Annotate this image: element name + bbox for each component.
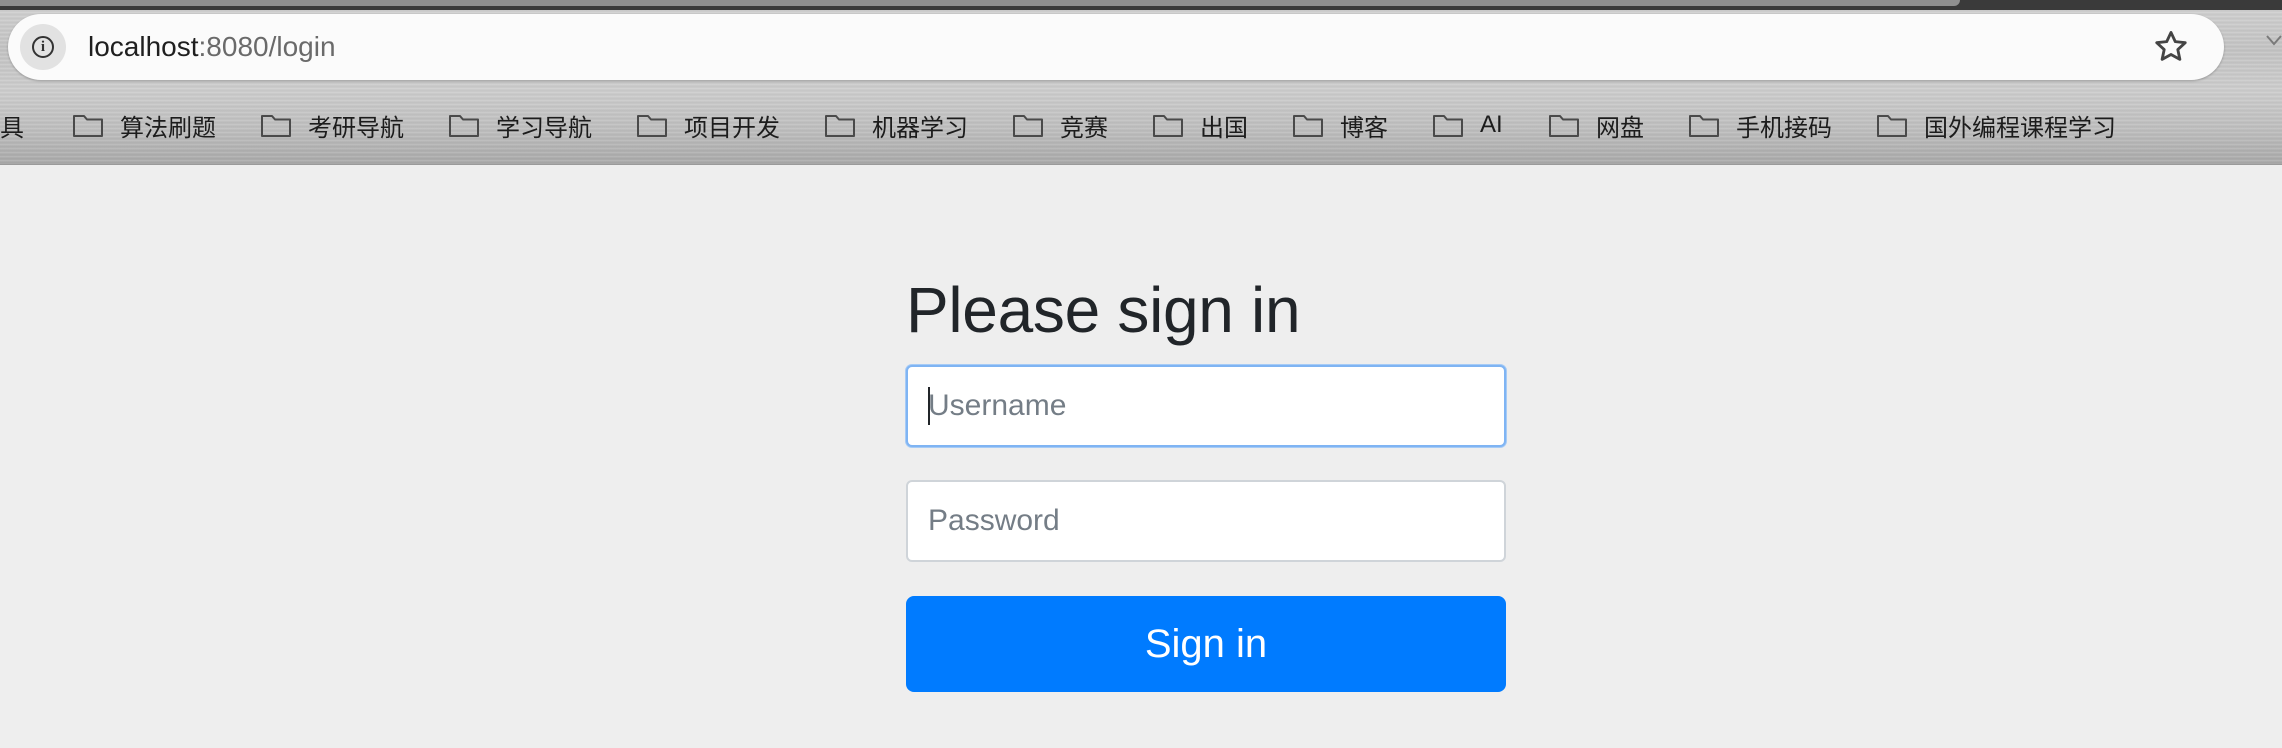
folder-icon xyxy=(1549,115,1579,137)
folder-icon xyxy=(1153,115,1183,137)
tab-edge xyxy=(0,0,1960,6)
bookmark-label: 竞赛 xyxy=(1060,114,1108,142)
bookmark-label: 国外编程课程学习 xyxy=(1924,114,2116,142)
bookmark-folder-algorithms[interactable]: 算法刷题 xyxy=(72,102,216,148)
login-form: Please sign in Sign in xyxy=(906,270,1506,692)
page-title: Please sign in xyxy=(906,274,1301,346)
chevron-down-icon[interactable] xyxy=(2264,22,2282,62)
url-path: :8080/login xyxy=(198,31,336,62)
bookmarks-bar: 工具 算法刷题 考研导航 学习导航 项目开发 机器学习 竞赛 出国 xyxy=(0,102,2282,148)
url-host: localhost xyxy=(88,31,199,62)
bookmark-folder-cloud-drive[interactable]: 网盘 xyxy=(1548,102,1644,148)
folder-icon xyxy=(825,115,855,137)
bookmark-folder-study[interactable]: 学习导航 xyxy=(448,102,592,148)
sign-in-button[interactable]: Sign in xyxy=(906,596,1506,692)
bookmark-label: 学习导航 xyxy=(496,114,592,142)
site-info-button[interactable]: i xyxy=(20,24,66,70)
bookmark-folder-ai[interactable]: AI xyxy=(1432,102,1503,148)
bookmark-folder-sms-receive[interactable]: 手机接码 xyxy=(1688,102,1832,148)
folder-icon xyxy=(1293,115,1323,137)
bookmark-folder-tools[interactable]: 工具 xyxy=(0,102,24,148)
bookmark-folder-abroad[interactable]: 出国 xyxy=(1152,102,1248,148)
folder-icon xyxy=(449,115,479,137)
bookmark-label: 出国 xyxy=(1200,114,1248,142)
folder-icon xyxy=(73,115,103,137)
bookmark-folder-blogs[interactable]: 博客 xyxy=(1292,102,1388,148)
bookmark-label: 项目开发 xyxy=(684,114,780,142)
username-input[interactable] xyxy=(906,365,1506,447)
browser-chrome: i localhost:8080/login 工具 算法刷题 考研导航 学习导航… xyxy=(0,0,2282,165)
bookmark-label: 手机接码 xyxy=(1736,114,1832,142)
folder-icon xyxy=(637,115,667,137)
bookmark-label: 考研导航 xyxy=(308,114,404,142)
folder-icon xyxy=(261,115,291,137)
folder-icon xyxy=(1433,115,1463,137)
bookmark-folder-ml[interactable]: 机器学习 xyxy=(824,102,968,148)
folder-icon xyxy=(1877,115,1907,137)
bookmark-folder-projects[interactable]: 项目开发 xyxy=(636,102,780,148)
bookmark-label: 博客 xyxy=(1340,114,1388,142)
bookmark-label: 算法刷题 xyxy=(120,114,216,142)
bookmark-label: AI xyxy=(1480,111,1503,138)
folder-icon xyxy=(1013,115,1043,137)
address-bar[interactable]: i localhost:8080/login xyxy=(8,14,2224,80)
bookmark-label: 工具 xyxy=(0,114,24,142)
star-icon[interactable] xyxy=(2152,28,2190,66)
tab-strip xyxy=(0,0,2282,10)
bookmark-label: 机器学习 xyxy=(872,114,968,142)
bookmark-folder-foreign-courses[interactable]: 国外编程课程学习 xyxy=(1876,102,2116,148)
bookmark-label: 网盘 xyxy=(1596,114,1644,142)
bookmark-folder-grad-exam[interactable]: 考研导航 xyxy=(260,102,404,148)
folder-icon xyxy=(1689,115,1719,137)
text-caret xyxy=(928,387,930,425)
info-icon: i xyxy=(32,36,54,58)
url-text[interactable]: localhost:8080/login xyxy=(88,30,336,64)
bookmark-folder-contests[interactable]: 竞赛 xyxy=(1012,102,1108,148)
password-input[interactable] xyxy=(906,480,1506,562)
